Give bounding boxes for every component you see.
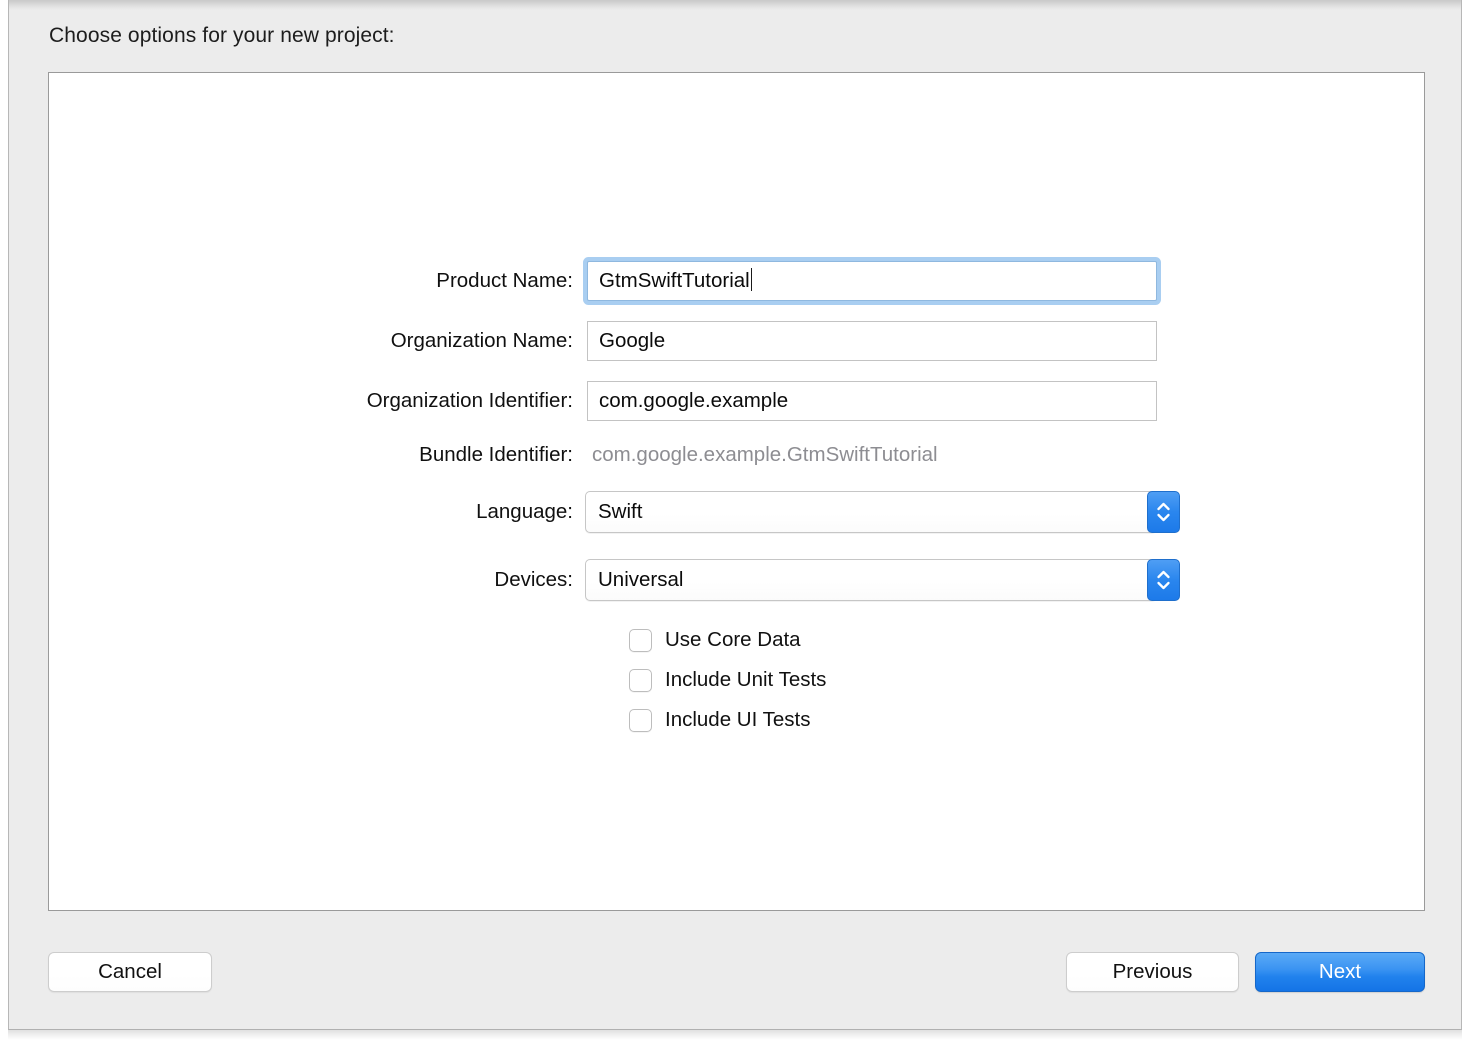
include-ui-tests-label: Include UI Tests [665, 708, 810, 732]
language-value: Swift [598, 492, 642, 532]
window-left-gutter [0, 0, 8, 1040]
organization-name-label: Organization Name: [173, 319, 573, 363]
product-name-value: GtmSwiftTutorial [599, 269, 750, 292]
use-core-data-checkbox-row[interactable]: Use Core Data [629, 628, 801, 652]
include-ui-tests-checkbox[interactable] [629, 709, 652, 732]
organization-identifier-input[interactable]: com.google.example [587, 381, 1157, 421]
devices-label: Devices: [173, 558, 573, 602]
bundle-identifier-label: Bundle Identifier: [173, 433, 573, 477]
window-right-gutter [1462, 0, 1470, 1040]
chevron-up-down-icon[interactable] [1147, 491, 1180, 533]
next-button[interactable]: Next [1255, 952, 1425, 992]
devices-select[interactable]: Universal [585, 559, 1157, 601]
organization-name-input[interactable]: Google [587, 321, 1157, 361]
product-name-label: Product Name: [173, 259, 573, 303]
language-label: Language: [173, 490, 573, 534]
cancel-button[interactable]: Cancel [48, 952, 212, 992]
options-content-panel: Product Name: GtmSwiftTutorial Organizat… [48, 72, 1425, 911]
previous-button[interactable]: Previous [1066, 952, 1239, 992]
chevron-up-down-icon[interactable] [1147, 559, 1180, 601]
product-name-input[interactable]: GtmSwiftTutorial [587, 261, 1157, 301]
devices-value: Universal [598, 560, 683, 600]
organization-name-value: Google [599, 329, 665, 352]
new-project-options-window: Choose options for your new project: Pro… [8, 0, 1462, 1030]
language-select[interactable]: Swift [585, 491, 1157, 533]
organization-identifier-value: com.google.example [599, 389, 788, 412]
use-core-data-checkbox[interactable] [629, 629, 652, 652]
page-title: Choose options for your new project: [49, 24, 395, 48]
project-options-form: Product Name: GtmSwiftTutorial Organizat… [49, 73, 1424, 910]
include-unit-tests-checkbox[interactable] [629, 669, 652, 692]
bundle-identifier-value: com.google.example.GtmSwiftTutorial [592, 433, 938, 477]
window-titlebar-edge [9, 0, 1461, 10]
include-unit-tests-checkbox-row[interactable]: Include Unit Tests [629, 668, 826, 692]
organization-identifier-label: Organization Identifier: [173, 379, 573, 423]
include-ui-tests-checkbox-row[interactable]: Include UI Tests [629, 708, 810, 732]
include-unit-tests-label: Include Unit Tests [665, 668, 826, 692]
text-caret [751, 268, 753, 291]
window-bottom-shadow [8, 1030, 1462, 1040]
use-core-data-label: Use Core Data [665, 628, 801, 652]
